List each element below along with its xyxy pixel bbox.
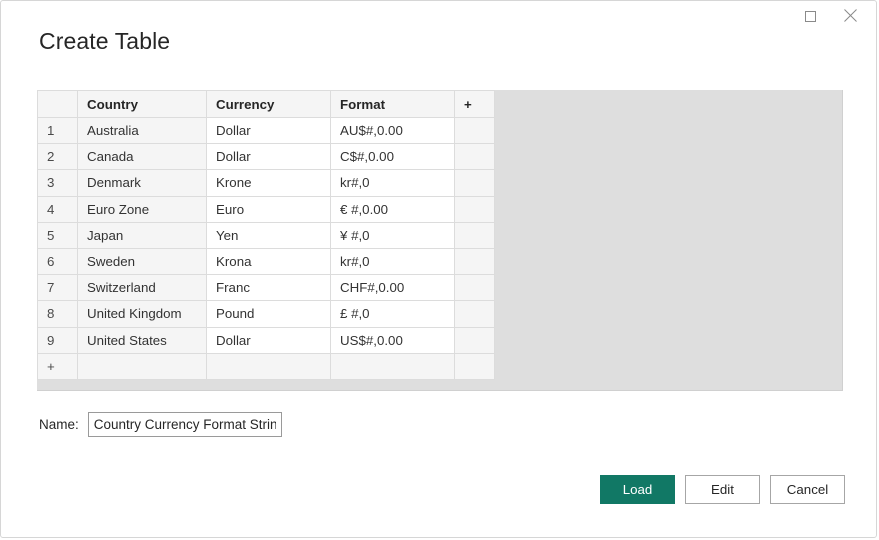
cell-country[interactable]: Denmark bbox=[78, 170, 207, 196]
column-header-currency[interactable]: Currency bbox=[207, 91, 331, 118]
cell-spacer bbox=[455, 144, 495, 170]
cancel-button[interactable]: Cancel bbox=[770, 475, 845, 504]
cell-country[interactable]: Switzerland bbox=[78, 275, 207, 301]
cell-currency[interactable]: Dollar bbox=[207, 144, 331, 170]
table-row[interactable]: 1 Australia Dollar AU$#,0.00 bbox=[38, 118, 495, 144]
table-row[interactable]: 3 Denmark Krone kr#,0 bbox=[38, 170, 495, 196]
cell-spacer bbox=[455, 353, 495, 379]
table-row[interactable]: 9 United States Dollar US$#,0.00 bbox=[38, 327, 495, 353]
close-icon bbox=[843, 9, 857, 23]
row-number: 1 bbox=[38, 118, 78, 144]
row-number: 9 bbox=[38, 327, 78, 353]
row-number-header bbox=[38, 91, 78, 118]
column-header-format[interactable]: Format bbox=[331, 91, 455, 118]
table-body: 1 Australia Dollar AU$#,0.00 2 Canada Do… bbox=[38, 118, 495, 380]
table-preview-panel: Country Currency Format + 1 Australia Do… bbox=[37, 90, 843, 391]
cell-format[interactable]: € #,0.00 bbox=[331, 196, 455, 222]
cell-country[interactable]: Canada bbox=[78, 144, 207, 170]
cell-format[interactable]: C$#,0.00 bbox=[331, 144, 455, 170]
cell-country[interactable]: Japan bbox=[78, 222, 207, 248]
cell-spacer bbox=[455, 327, 495, 353]
row-number: 7 bbox=[38, 275, 78, 301]
row-number: 2 bbox=[38, 144, 78, 170]
table-row[interactable]: 4 Euro Zone Euro € #,0.00 bbox=[38, 196, 495, 222]
row-number: 5 bbox=[38, 222, 78, 248]
create-table-dialog: Create Table Country Currency Format + 1… bbox=[0, 0, 877, 538]
cell-country[interactable]: United Kingdom bbox=[78, 301, 207, 327]
add-row-button[interactable]: + bbox=[38, 353, 78, 379]
load-button[interactable]: Load bbox=[600, 475, 675, 504]
cell-currency[interactable]: Euro bbox=[207, 196, 331, 222]
cell-spacer bbox=[455, 118, 495, 144]
cell-country-empty[interactable] bbox=[78, 353, 207, 379]
cell-currency[interactable]: Dollar bbox=[207, 118, 331, 144]
cell-format[interactable]: US$#,0.00 bbox=[331, 327, 455, 353]
cell-spacer bbox=[455, 248, 495, 274]
preview-table: Country Currency Format + 1 Australia Do… bbox=[37, 90, 495, 380]
cell-currency[interactable]: Pound bbox=[207, 301, 331, 327]
table-name-input[interactable] bbox=[88, 412, 282, 437]
row-number: 6 bbox=[38, 248, 78, 274]
cell-spacer bbox=[455, 222, 495, 248]
table-row[interactable]: 5 Japan Yen ¥ #,0 bbox=[38, 222, 495, 248]
close-button[interactable] bbox=[831, 1, 869, 31]
table-header: Country Currency Format + bbox=[38, 91, 495, 118]
header-row: Country Currency Format + bbox=[38, 91, 495, 118]
cell-country[interactable]: United States bbox=[78, 327, 207, 353]
name-row: Name: bbox=[39, 412, 282, 437]
table-row[interactable]: 2 Canada Dollar C$#,0.00 bbox=[38, 144, 495, 170]
cell-spacer bbox=[455, 301, 495, 327]
dialog-footer: Load Edit Cancel bbox=[600, 475, 845, 504]
cell-currency[interactable]: Dollar bbox=[207, 327, 331, 353]
cell-format[interactable]: CHF#,0.00 bbox=[331, 275, 455, 301]
name-label: Name: bbox=[39, 417, 79, 432]
cell-currency[interactable]: Krona bbox=[207, 248, 331, 274]
cell-country[interactable]: Euro Zone bbox=[78, 196, 207, 222]
row-number: 3 bbox=[38, 170, 78, 196]
title-bar bbox=[1, 1, 876, 31]
cell-format[interactable]: kr#,0 bbox=[331, 248, 455, 274]
cell-currency[interactable]: Yen bbox=[207, 222, 331, 248]
cell-country[interactable]: Sweden bbox=[78, 248, 207, 274]
cell-format[interactable]: £ #,0 bbox=[331, 301, 455, 327]
add-column-button[interactable]: + bbox=[455, 91, 495, 118]
cell-currency[interactable]: Krone bbox=[207, 170, 331, 196]
table-row[interactable]: 7 Switzerland Franc CHF#,0.00 bbox=[38, 275, 495, 301]
cell-spacer bbox=[455, 170, 495, 196]
cell-currency-empty[interactable] bbox=[207, 353, 331, 379]
row-number: 8 bbox=[38, 301, 78, 327]
cell-spacer bbox=[455, 196, 495, 222]
edit-button[interactable]: Edit bbox=[685, 475, 760, 504]
row-number: 4 bbox=[38, 196, 78, 222]
table-row[interactable]: 6 Sweden Krona kr#,0 bbox=[38, 248, 495, 274]
maximize-button[interactable] bbox=[791, 1, 829, 31]
cell-country[interactable]: Australia bbox=[78, 118, 207, 144]
page-title: Create Table bbox=[39, 28, 170, 55]
table-row[interactable]: 8 United Kingdom Pound £ #,0 bbox=[38, 301, 495, 327]
cell-spacer bbox=[455, 275, 495, 301]
cell-format[interactable]: AU$#,0.00 bbox=[331, 118, 455, 144]
cell-format[interactable]: kr#,0 bbox=[331, 170, 455, 196]
cell-format[interactable]: ¥ #,0 bbox=[331, 222, 455, 248]
column-header-country[interactable]: Country bbox=[78, 91, 207, 118]
cell-currency[interactable]: Franc bbox=[207, 275, 331, 301]
maximize-icon bbox=[805, 11, 816, 22]
cell-format-empty[interactable] bbox=[331, 353, 455, 379]
add-row[interactable]: + bbox=[38, 353, 495, 379]
